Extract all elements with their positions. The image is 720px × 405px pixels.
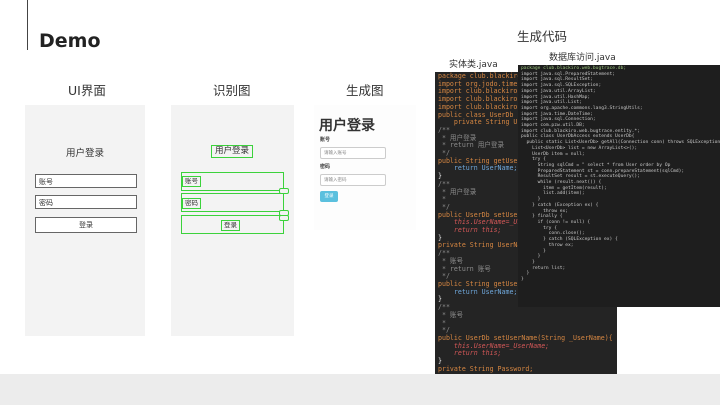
ui-login-heading: 用户登录 [65, 148, 104, 159]
code-line: * 账号 [438, 310, 464, 319]
dao-code-lines: package club.blackiro.web.bugtrace.db; im… [521, 66, 720, 283]
recognized-account-label: 账号 [182, 176, 201, 187]
footer-band [0, 374, 720, 405]
code-line: private String Password; [438, 364, 534, 373]
ui-interface-panel: 用户登录 账号 密码 登录 [25, 105, 145, 336]
recognized-password-label: 密码 [182, 198, 201, 209]
ui-password-field[interactable]: 密码 [35, 195, 137, 209]
generated-code-label: 生成代码 [517, 29, 568, 44]
dao-file-label: 数据库访问.java [549, 53, 616, 63]
generated-password-input[interactable]: 请输入密码 [320, 174, 386, 186]
generated-login-heading: 用户登录 [319, 118, 375, 134]
code-line: } [521, 277, 524, 283]
recognition-label: 识别图 [213, 83, 251, 98]
recognized-marker [279, 215, 289, 221]
generated-account-input[interactable]: 请输入账号 [320, 147, 386, 159]
entity-file-label: 实体类.java [449, 60, 498, 70]
ui-account-field[interactable]: 账号 [35, 174, 137, 188]
code-line: public static List<UserDb> getAll(Connec… [521, 140, 720, 146]
ui-interface-label: UI界面 [68, 83, 106, 98]
title-accent-line [27, 0, 28, 50]
generated-label: 生成图 [346, 83, 384, 98]
generated-login-button[interactable]: 登录 [320, 191, 338, 202]
recognition-panel: 用户登录 账号 密码 登录 [171, 105, 294, 336]
generated-account-label: 账号 [320, 137, 331, 143]
recognized-login-label: 登录 [221, 220, 240, 231]
ui-login-button[interactable]: 登录 [35, 217, 137, 233]
recognized-heading-box: 用户登录 [211, 145, 254, 158]
generated-password-label: 密码 [320, 164, 331, 170]
dao-code-window: package club.blackiro.web.bugtrace.db; im… [518, 65, 720, 307]
code-line: * [438, 318, 446, 327]
page-title: Demo [39, 30, 101, 52]
code-line: return this; [438, 349, 502, 358]
generated-panel: 用户登录 账号 请输入账号 密码 请输入密码 登录 [314, 105, 416, 230]
